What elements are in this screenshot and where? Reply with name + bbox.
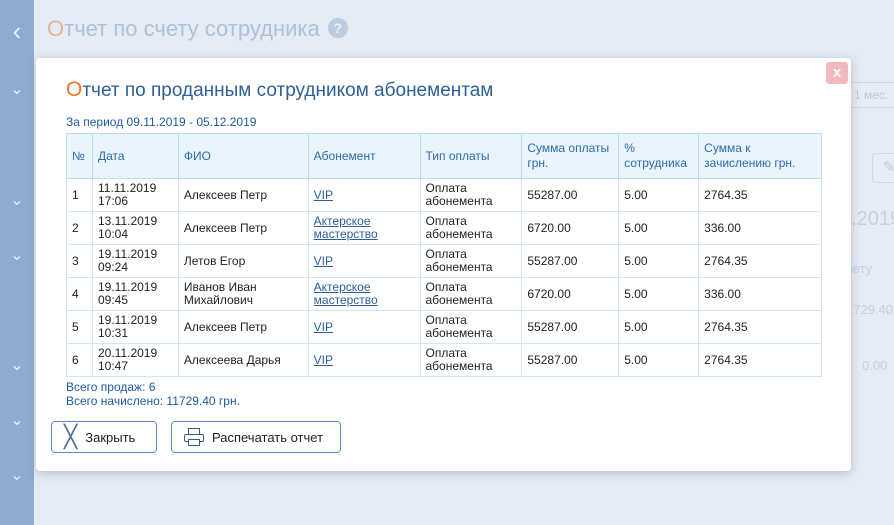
cell-percent: 5.00 <box>618 178 700 212</box>
cell-payment-type: Оплата абонемента <box>419 343 523 377</box>
table-row: 4 19.11.2019 09:45 Иванов Иван Михайлович Ак… <box>66 277 822 311</box>
close-icon[interactable]: x <box>826 62 848 84</box>
cell-fio: Алексеев Петр <box>177 178 309 212</box>
cell-payment-type: Оплата абонемента <box>419 178 523 212</box>
table-row: 3 19.11.2019 09:24 Летов Егор VIP Оплата абон… <box>66 244 822 278</box>
close-x-icon: ╳ <box>64 424 78 449</box>
cell-no: 4 <box>66 277 93 311</box>
cell-accrual: 336.00 <box>698 277 822 311</box>
cell-percent: 5.00 <box>618 211 700 245</box>
subscription-link[interactable]: Актерское мастерство <box>314 280 378 307</box>
report-totals: Всего продаж: 6 Всего начислено: 11729.4… <box>66 380 240 408</box>
col-payment-type: Тип оплаты <box>419 133 523 179</box>
col-accrual: Сумма к зачислению грн. <box>698 133 822 179</box>
close-button[interactable]: ╳ Закрыть <box>51 421 157 453</box>
cell-payment-type: Оплата абонемента <box>419 310 523 344</box>
col-amount: Сумма оплаты грн. <box>521 133 620 179</box>
cell-date: 13.11.2019 10:04 <box>91 211 179 245</box>
printer-icon <box>184 428 204 446</box>
print-button-label: Распечатать отчет <box>212 429 324 445</box>
cell-no: 1 <box>66 178 93 212</box>
report-modal: x Отчет по проданным сотрудником абонеме… <box>36 58 851 471</box>
subscription-link[interactable]: Актерское мастерство <box>314 214 378 241</box>
cell-payment-type: Оплата абонемента <box>419 244 523 278</box>
total-accrued: Всего начислено: 11729.40 грн. <box>66 394 240 408</box>
table-row: 1 11.11.2019 17:06 Алексеев Петр VIP Оплата а… <box>66 178 822 212</box>
cell-fio: Алексеев Петр <box>177 310 309 344</box>
cell-amount: 55287.00 <box>521 244 620 278</box>
cell-fio: Иванов Иван Михайлович <box>177 277 309 311</box>
cell-date: 19.11.2019 09:24 <box>91 244 179 278</box>
cell-no: 5 <box>66 310 93 344</box>
cell-date: 20.11.2019 10:47 <box>91 343 179 377</box>
cell-percent: 5.00 <box>618 343 700 377</box>
cell-amount: 55287.00 <box>521 343 620 377</box>
cell-accrual: 2764.35 <box>698 178 822 212</box>
cell-percent: 5.00 <box>618 310 700 344</box>
col-fio: ФИО <box>177 133 309 179</box>
subscription-link[interactable]: VIP <box>314 320 333 334</box>
col-date: Дата <box>91 133 179 179</box>
cell-no: 6 <box>66 343 93 377</box>
cell-amount: 55287.00 <box>521 310 620 344</box>
cell-fio: Летов Егор <box>177 244 309 278</box>
modal-title: Отчет по проданным сотрудником абонемент… <box>66 78 494 101</box>
cell-amount: 6720.00 <box>521 211 620 245</box>
cell-accrual: 2764.35 <box>698 244 822 278</box>
cell-date: 19.11.2019 09:45 <box>91 277 179 311</box>
subscription-link[interactable]: VIP <box>314 254 333 268</box>
report-table: № Дата ФИО Абонемент Тип оплаты Сумма оп… <box>66 133 822 377</box>
cell-no: 3 <box>66 244 93 278</box>
cell-date: 11.11.2019 17:06 <box>91 178 179 212</box>
cell-no: 2 <box>66 211 93 245</box>
table-row: 2 13.11.2019 10:04 Алексеев Петр Актерское м… <box>66 211 822 245</box>
cell-amount: 55287.00 <box>521 178 620 212</box>
cell-subscription[interactable]: Актерское мастерство <box>307 277 421 311</box>
table-header-row: № Дата ФИО Абонемент Тип оплаты Сумма оп… <box>66 133 822 179</box>
table-row: 5 19.11.2019 10:31 Алексеев Петр VIP Оплата а… <box>66 310 822 344</box>
subscription-link[interactable]: VIP <box>314 188 333 202</box>
total-sales: Всего продаж: 6 <box>66 380 156 394</box>
cell-payment-type: Оплата абонемента <box>419 211 523 245</box>
cell-accrual: 336.00 <box>698 211 822 245</box>
col-subscription: Абонемент <box>307 133 421 179</box>
cell-amount: 6720.00 <box>521 277 620 311</box>
cell-percent: 5.00 <box>618 277 700 311</box>
cell-accrual: 2764.35 <box>698 310 822 344</box>
col-percent: % сотрудника <box>618 133 700 179</box>
cell-subscription[interactable]: VIP <box>307 310 421 344</box>
table-row: 6 20.11.2019 10:47 Алексеева Дарья VIP Оплата… <box>66 343 822 377</box>
cell-percent: 5.00 <box>618 244 700 278</box>
report-period: За период 09.11.2019 - 05.12.2019 <box>66 115 257 129</box>
col-no: № <box>66 133 93 179</box>
cell-payment-type: Оплата абонемента <box>419 277 523 311</box>
print-report-button[interactable]: Распечатать отчет <box>171 421 341 453</box>
cell-fio: Алексеев Петр <box>177 211 309 245</box>
subscription-link[interactable]: VIP <box>314 353 333 367</box>
cell-date: 19.11.2019 10:31 <box>91 310 179 344</box>
cell-subscription[interactable]: VIP <box>307 343 421 377</box>
cell-accrual: 2764.35 <box>698 343 822 377</box>
cell-subscription[interactable]: VIP <box>307 178 421 212</box>
cell-subscription[interactable]: VIP <box>307 244 421 278</box>
cell-subscription[interactable]: Актерское мастерство <box>307 211 421 245</box>
cell-fio: Алексеева Дарья <box>177 343 309 377</box>
close-button-label: Закрыть <box>85 429 136 445</box>
